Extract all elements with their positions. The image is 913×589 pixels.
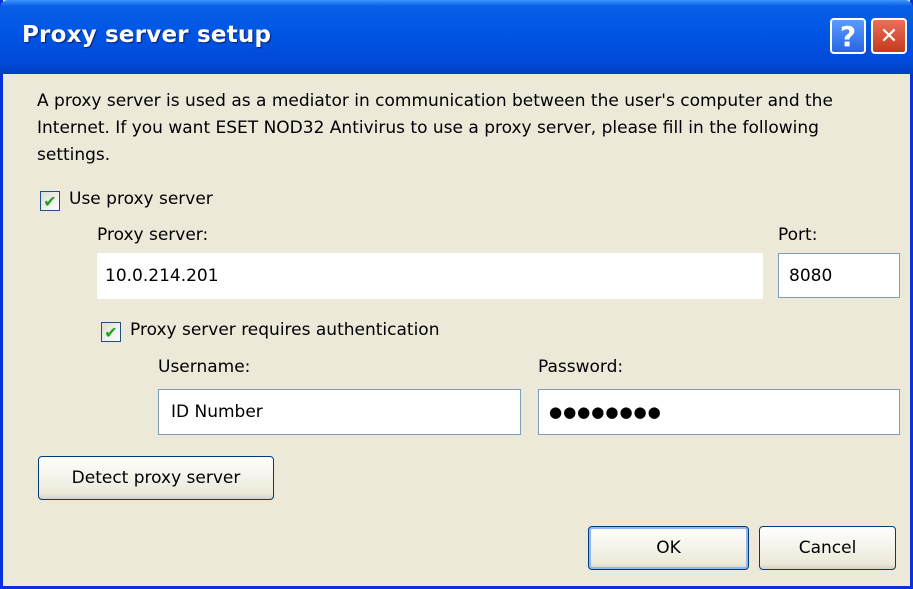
- help-button[interactable]: ?: [830, 18, 866, 54]
- password-value: ●●●●●●●●: [549, 403, 662, 421]
- proxy-server-label: Proxy server:: [97, 225, 209, 245]
- auth-label[interactable]: Proxy server requires authentication: [130, 320, 439, 340]
- username-value: ID Number: [171, 402, 263, 422]
- checkmark-icon: ✔: [43, 191, 57, 211]
- title-bar[interactable]: Proxy server setup ? ✕: [0, 0, 913, 74]
- port-value: 8080: [789, 265, 833, 286]
- password-input[interactable]: ●●●●●●●●: [538, 389, 900, 435]
- port-label: Port:: [778, 225, 818, 245]
- detect-proxy-button[interactable]: Detect proxy server: [38, 456, 274, 500]
- use-proxy-checkbox[interactable]: ✔: [40, 191, 60, 211]
- password-label: Password:: [538, 357, 624, 377]
- detect-proxy-label: Detect proxy server: [71, 468, 241, 488]
- description-text: A proxy server is used as a mediator in …: [37, 91, 833, 165]
- window-title: Proxy server setup: [22, 22, 272, 48]
- proxy-server-value: 10.0.214.201: [105, 266, 219, 286]
- auth-checkbox[interactable]: ✔: [101, 322, 121, 342]
- close-icon: ✕: [879, 23, 899, 49]
- username-input[interactable]: ID Number: [158, 389, 521, 435]
- ok-label: OK: [656, 538, 681, 558]
- ok-button[interactable]: OK: [588, 526, 749, 570]
- username-label: Username:: [158, 357, 251, 377]
- port-input[interactable]: 8080: [778, 253, 900, 298]
- proxy-server-input[interactable]: 10.0.214.201: [97, 253, 763, 299]
- use-proxy-label[interactable]: Use proxy server: [69, 189, 213, 209]
- cancel-label: Cancel: [798, 538, 857, 558]
- checkmark-icon: ✔: [104, 322, 118, 342]
- proxy-setup-dialog: Proxy server setup ? ✕ A proxy server is…: [0, 0, 913, 589]
- close-button[interactable]: ✕: [871, 18, 907, 54]
- help-icon: ?: [839, 19, 857, 53]
- cancel-button[interactable]: Cancel: [759, 526, 896, 570]
